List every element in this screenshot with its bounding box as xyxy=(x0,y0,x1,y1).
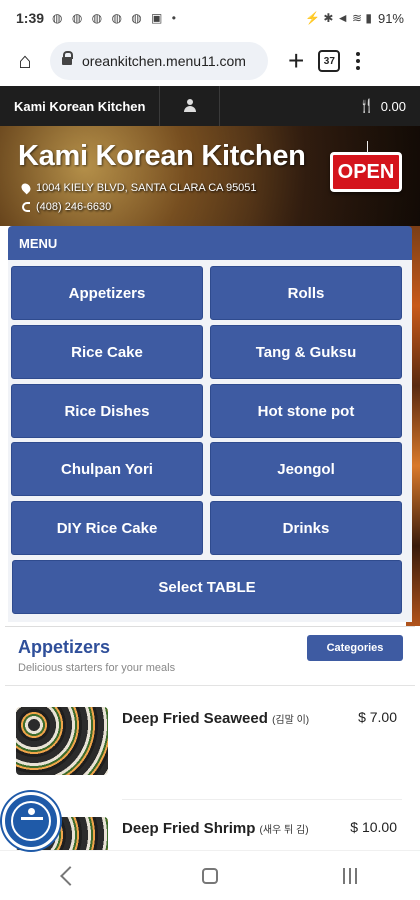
site-nav: Kami Korean Kitchen 🍴 0.00 xyxy=(0,86,420,126)
menu-button-rice-dishes[interactable]: Rice Dishes xyxy=(11,384,203,438)
status-bar: 1:39 ◍ ◍ ◍ ◍ ◍ ▣ • ⚡ ✱ ◄ ≋ ▮ 91% xyxy=(0,0,420,36)
fork-knife-icon: 🍴 xyxy=(358,98,375,113)
item-price: $ 7.00 xyxy=(358,709,397,725)
restaurant-phone[interactable]: (408) 246-6630 xyxy=(22,201,111,213)
menu-button-rolls[interactable]: Rolls xyxy=(210,266,402,320)
section-subtitle: Delicious starters for your meals xyxy=(18,662,176,674)
accessibility-icon xyxy=(11,801,51,841)
restaurant-hero: Kami Korean Kitchen 1004 KIELY BLVD, SAN… xyxy=(0,126,420,226)
item-name-text: Deep Fried Shrimp xyxy=(122,820,256,837)
status-time: 1:39 xyxy=(16,10,45,26)
menu-button-appetizers[interactable]: Appetizers xyxy=(11,266,203,320)
cart-button[interactable]: 🍴 0.00 xyxy=(345,98,420,114)
menu-header: MENU xyxy=(8,226,412,260)
cart-total: 0.00 xyxy=(380,98,406,114)
menu-button-hot-stone-pot[interactable]: Hot stone pot xyxy=(210,384,402,438)
location-pin-icon xyxy=(19,181,33,195)
recent-apps-icon[interactable] xyxy=(343,867,358,884)
item-name: Deep Fried Seaweed (김말 이) xyxy=(122,709,312,729)
address-text: 1004 KIELY BLVD, SANTA CLARA CA 95051 xyxy=(36,182,257,194)
battery-percent: 91% xyxy=(377,10,404,26)
item-thumbnail[interactable] xyxy=(16,707,108,775)
menu-button-drinks[interactable]: Drinks xyxy=(210,501,402,555)
menu-button-diy-rice-cake[interactable]: DIY Rice Cake xyxy=(11,501,203,555)
home-nav-icon[interactable] xyxy=(201,867,218,884)
item-price: $ 10.00 xyxy=(350,819,397,835)
browser-menu-icon[interactable] xyxy=(356,52,361,70)
menu-button-jeongol[interactable]: Jeongol xyxy=(210,442,402,496)
restaurant-title: Kami Korean Kitchen xyxy=(18,140,306,172)
appetizers-section: Appetizers Delicious starters for your m… xyxy=(5,626,415,885)
browser-toolbar: ⌂ oreankitchen.menu11.com + 37 xyxy=(0,36,420,86)
status-right: ⚡ ✱ ◄ ≋ ▮ 91% xyxy=(305,11,404,26)
phone-icon xyxy=(22,202,30,212)
item-name: Deep Fried Shrimp (새우 튀 김) xyxy=(122,819,312,839)
system-navigation-bar xyxy=(0,850,420,900)
tab-switcher-button[interactable]: 37 xyxy=(318,50,341,72)
restaurant-address: 1004 KIELY BLVD, SANTA CLARA CA 95051 xyxy=(19,181,257,195)
notification-icons: ◍ ◍ ◍ ◍ ◍ ▣ • xyxy=(52,11,179,25)
system-icons: ⚡ ✱ ◄ ≋ ▮ xyxy=(305,11,372,25)
open-status-badge: OPEN xyxy=(330,141,402,192)
home-icon[interactable]: ⌂ xyxy=(10,46,40,76)
categories-button[interactable]: Categories xyxy=(307,635,403,661)
back-icon[interactable] xyxy=(59,865,80,886)
menu-panel: Appetizers Rolls Rice Cake Tang & Guksu … xyxy=(8,260,412,622)
menu-button-chulpan-yori[interactable]: Chulpan Yori xyxy=(11,442,203,496)
site-brand-link[interactable]: Kami Korean Kitchen xyxy=(0,86,161,126)
phone-text: (408) 246-6630 xyxy=(36,201,112,213)
url-text: oreankitchen.menu11.com xyxy=(82,53,246,69)
menu-button-tang-guksu[interactable]: Tang & Guksu xyxy=(210,325,402,379)
new-tab-button[interactable]: + xyxy=(288,45,304,77)
item-korean-name: (새우 튀 김) xyxy=(259,825,309,836)
user-icon xyxy=(183,99,197,113)
user-account-button[interactable] xyxy=(160,86,221,126)
item-korean-name: (김말 이) xyxy=(272,715,310,726)
menu-button-rice-cake[interactable]: Rice Cake xyxy=(11,325,203,379)
accessibility-button[interactable] xyxy=(2,792,60,850)
menu-item[interactable]: Deep Fried Seaweed (김말 이) $ 7.00 xyxy=(5,687,415,787)
lock-icon xyxy=(62,51,73,67)
section-divider xyxy=(5,685,415,686)
section-title: Appetizers xyxy=(18,637,111,657)
address-bar[interactable]: oreankitchen.menu11.com xyxy=(50,42,268,80)
select-table-button[interactable]: Select TABLE xyxy=(12,560,402,614)
item-name-text: Deep Fried Seaweed xyxy=(122,710,268,727)
